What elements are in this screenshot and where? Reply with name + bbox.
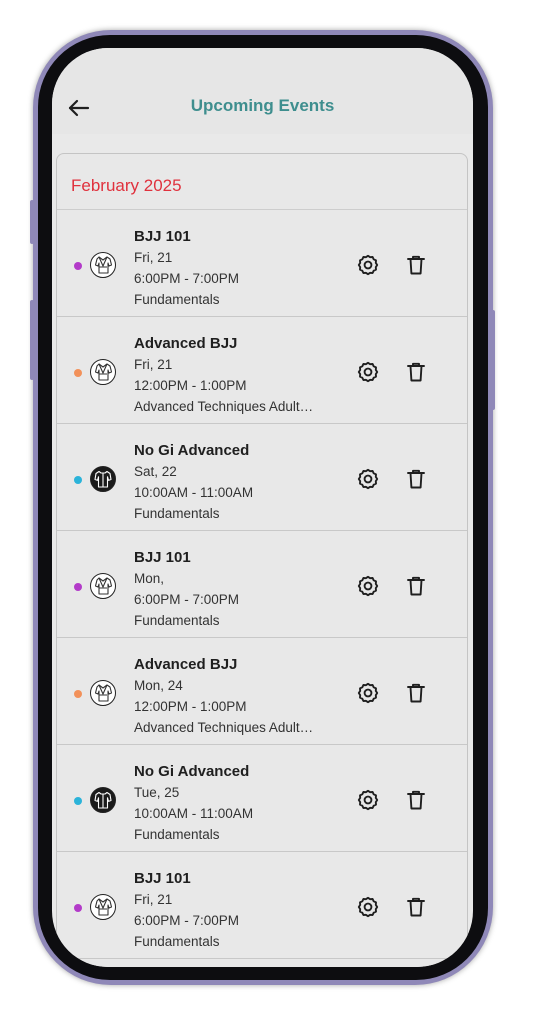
event-category: Advanced Techniques Adult…	[134, 399, 314, 414]
gear-icon[interactable]	[356, 467, 380, 491]
gi-white-icon	[94, 898, 113, 916]
event-time: 6:00PM - 7:00PM	[134, 592, 240, 607]
gear-icon[interactable]	[356, 895, 380, 919]
gear-icon[interactable]	[356, 253, 380, 277]
gear-icon[interactable]	[356, 360, 380, 384]
event-category: Fundamentals	[134, 934, 220, 949]
event-row[interactable]: Advanced BJJ Mon, 24 12:00PM - 1:00PM Ad…	[57, 638, 467, 745]
event-info: BJJ 101 Mon,24 6:00PM - 7:00PM Fundament…	[134, 547, 344, 631]
gi-white-icon	[94, 684, 113, 702]
avatar	[90, 894, 116, 920]
event-info: Advanced BJJ Fri, 21 12:00PM - 1:00PM Ad…	[134, 333, 344, 417]
event-time: 12:00PM - 1:00PM	[134, 699, 247, 714]
trash-icon[interactable]	[404, 681, 428, 705]
event-info: Advanced BJJ Mon, 24 12:00PM - 1:00PM Ad…	[134, 654, 344, 738]
category-dot	[74, 904, 82, 912]
event-row[interactable]: BJJ 101 Mon,24 6:00PM - 7:00PM Fundament…	[57, 531, 467, 638]
event-row[interactable]: No Gi Advanced Tue, 25 10:00AM - 11:00AM…	[57, 745, 467, 852]
event-time: 10:00AM - 11:00AM	[134, 485, 254, 500]
event-info: BJJ 101 Fri, 21 6:00PM - 7:00PM Fundamen…	[134, 868, 344, 952]
app-header: Upcoming Events	[52, 48, 473, 134]
event-date: Fri, 21	[134, 250, 173, 265]
page-title: Upcoming Events	[190, 96, 335, 115]
trash-icon[interactable]	[404, 574, 428, 598]
trash-icon[interactable]	[404, 253, 428, 277]
phone-side-button	[30, 300, 34, 380]
avatar	[90, 680, 116, 706]
category-dot	[74, 476, 82, 484]
gear-icon[interactable]	[356, 788, 380, 812]
event-row[interactable]: BJJ 101 Fri, 21 6:00PM - 7:00PM Fundamen…	[57, 852, 467, 959]
event-time: 12:00PM - 1:00PM	[134, 378, 247, 393]
event-info: No Gi Advanced Sat, 22 10:00AM - 11:00AM…	[134, 440, 344, 524]
event-row[interactable]: BJJ 101 Fri, 21 6:00PM - 7:00PM Fundamen…	[57, 210, 467, 317]
event-info: BJJ 101 Fri, 21 6:00PM - 7:00PM Fundamen…	[134, 226, 344, 310]
event-date: Sat, 22	[134, 464, 177, 479]
rashguard-dark-icon	[94, 470, 112, 488]
category-dot	[74, 797, 82, 805]
gi-white-icon	[94, 577, 113, 595]
event-category: Advanced Techniques Adult…	[134, 720, 314, 735]
category-dot	[74, 369, 82, 377]
event-date: Mon,	[134, 571, 165, 586]
avatar	[90, 466, 116, 492]
event-time: 6:00PM - 7:00PM	[134, 271, 240, 286]
avatar	[90, 573, 116, 599]
category-dot	[74, 583, 82, 591]
event-title: Advanced BJJ	[134, 335, 238, 352]
event-title: No Gi Advanced	[134, 763, 250, 780]
event-category: Fundamentals	[134, 613, 220, 628]
gi-white-icon	[94, 363, 113, 381]
month-heading: February 2025	[71, 176, 182, 195]
event-time: 6:00PM - 7:00PM	[134, 913, 240, 928]
event-title: No Gi Advanced	[134, 442, 250, 459]
avatar	[90, 787, 116, 813]
event-title: Advanced BJJ	[134, 656, 238, 673]
event-date: Fri, 21	[134, 357, 173, 372]
event-info: No Gi Advanced Tue, 25 10:00AM - 11:00AM…	[134, 761, 344, 845]
rashguard-dark-icon	[94, 791, 112, 809]
events-card: February 2025 BJJ 101 Fri, 21 6:00PM - 7…	[56, 153, 468, 967]
event-title: BJJ 101	[134, 870, 191, 887]
trash-icon[interactable]	[404, 467, 428, 491]
event-row[interactable]: Advanced BJJ Fri, 21 12:00PM - 1:00PM Ad…	[57, 317, 467, 424]
gi-white-icon	[94, 256, 113, 274]
event-date: Mon, 24	[134, 678, 183, 693]
event-date: Fri, 21	[134, 892, 173, 907]
avatar	[90, 359, 116, 385]
event-title: BJJ 101	[134, 549, 191, 566]
phone-side-button	[491, 310, 495, 410]
gear-icon[interactable]	[356, 574, 380, 598]
events-list: BJJ 101 Fri, 21 6:00PM - 7:00PM Fundamen…	[57, 209, 467, 959]
event-row[interactable]: No Gi Advanced Sat, 22 10:00AM - 11:00AM…	[57, 424, 467, 531]
phone-side-button	[30, 200, 34, 244]
trash-icon[interactable]	[404, 895, 428, 919]
gear-icon[interactable]	[356, 681, 380, 705]
event-category: Fundamentals	[134, 292, 220, 307]
category-dot	[74, 690, 82, 698]
event-title: BJJ 101	[134, 228, 191, 245]
event-date: Tue, 25	[134, 785, 180, 800]
event-category: Fundamentals	[134, 506, 220, 521]
event-category: Fundamentals	[134, 827, 220, 842]
event-time: 10:00AM - 11:00AM	[134, 806, 254, 821]
trash-icon[interactable]	[404, 360, 428, 384]
avatar	[90, 252, 116, 278]
app-screen: Upcoming Events February 2025 BJJ 101 Fr…	[52, 48, 473, 967]
trash-icon[interactable]	[404, 788, 428, 812]
category-dot	[74, 262, 82, 270]
